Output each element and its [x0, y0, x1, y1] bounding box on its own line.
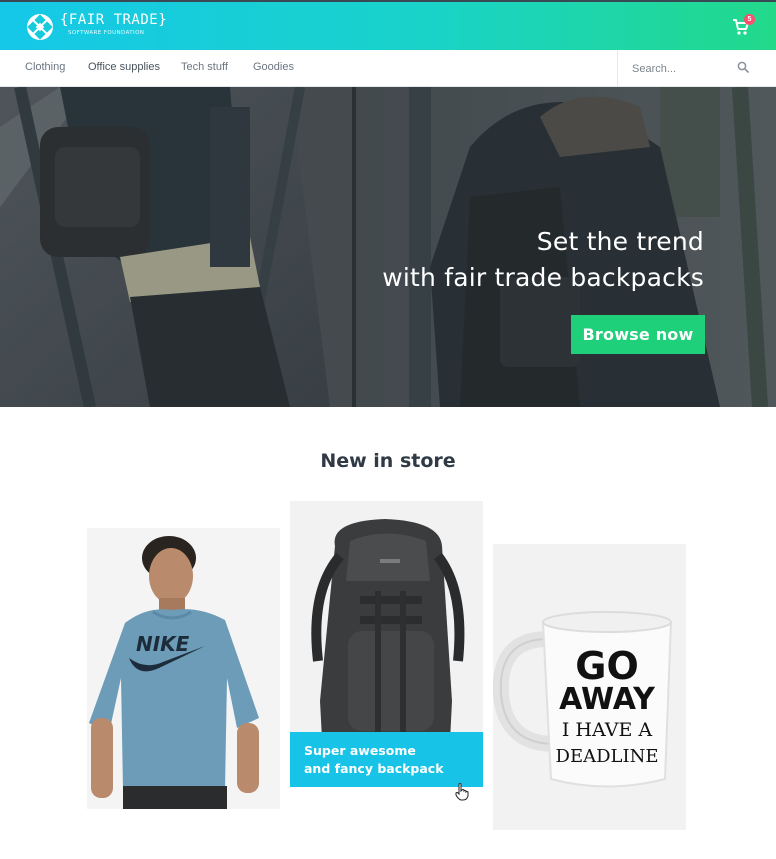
hero-headline: Set the trend with fair trade backpacks [382, 224, 704, 296]
hero-headline-line-2: with fair trade backpacks [382, 263, 704, 292]
caption-line-2: and fancy backpack [304, 761, 444, 776]
top-header: {FAIR TRADE} SOFTWARE FOUNDATION 5 [0, 0, 776, 50]
product-card-tshirt[interactable]: NIKE [87, 528, 280, 809]
mug-text-i-have-a: I HAVE A [562, 719, 653, 741]
product-caption[interactable]: Super awesome and fancy backpack [290, 732, 483, 787]
search-input[interactable] [632, 59, 742, 79]
nav-item-goodies[interactable]: Goodies [253, 61, 294, 73]
mug-text-deadline: DEADLINE [556, 746, 659, 767]
search-box [617, 50, 776, 87]
hero-headline-line-1: Set the trend [536, 227, 704, 256]
nav-item-clothing[interactable]: Clothing [25, 61, 65, 73]
browse-now-button[interactable]: Browse now [571, 315, 705, 354]
brand-tagline: SOFTWARE FOUNDATION [68, 30, 145, 36]
nav-item-office-supplies[interactable]: Office supplies [88, 61, 160, 73]
mug-text-away: AWAY [559, 682, 656, 717]
product-card-backpack[interactable]: Super awesome and fancy backpack [290, 501, 483, 787]
section-title: New in store [320, 450, 456, 472]
category-nav: Clothing Office supplies Tech stuff Good… [0, 50, 776, 87]
search-icon[interactable] [737, 61, 749, 73]
brand-name: {FAIR TRADE} [60, 12, 168, 28]
caption-line-1: Super awesome [304, 743, 416, 758]
hero-banner: Set the trend with fair trade backpacks … [0, 87, 776, 407]
cart-button[interactable]: 5 [732, 14, 755, 38]
brand-logo[interactable]: {FAIR TRADE} SOFTWARE FOUNDATION [26, 11, 167, 45]
tshirt-brand-print: NIKE [136, 632, 190, 656]
nav-item-tech-stuff[interactable]: Tech stuff [181, 61, 228, 73]
cart-count-badge: 5 [744, 14, 755, 25]
hand-cursor-icon [455, 783, 469, 801]
tshirt-product-image: NIKE [87, 528, 280, 809]
mug-product-image: GO AWAY I HAVE A DEADLINE [493, 544, 686, 830]
product-card-mug[interactable]: GO AWAY I HAVE A DEADLINE [493, 544, 686, 830]
logo-mark-icon [27, 14, 53, 40]
